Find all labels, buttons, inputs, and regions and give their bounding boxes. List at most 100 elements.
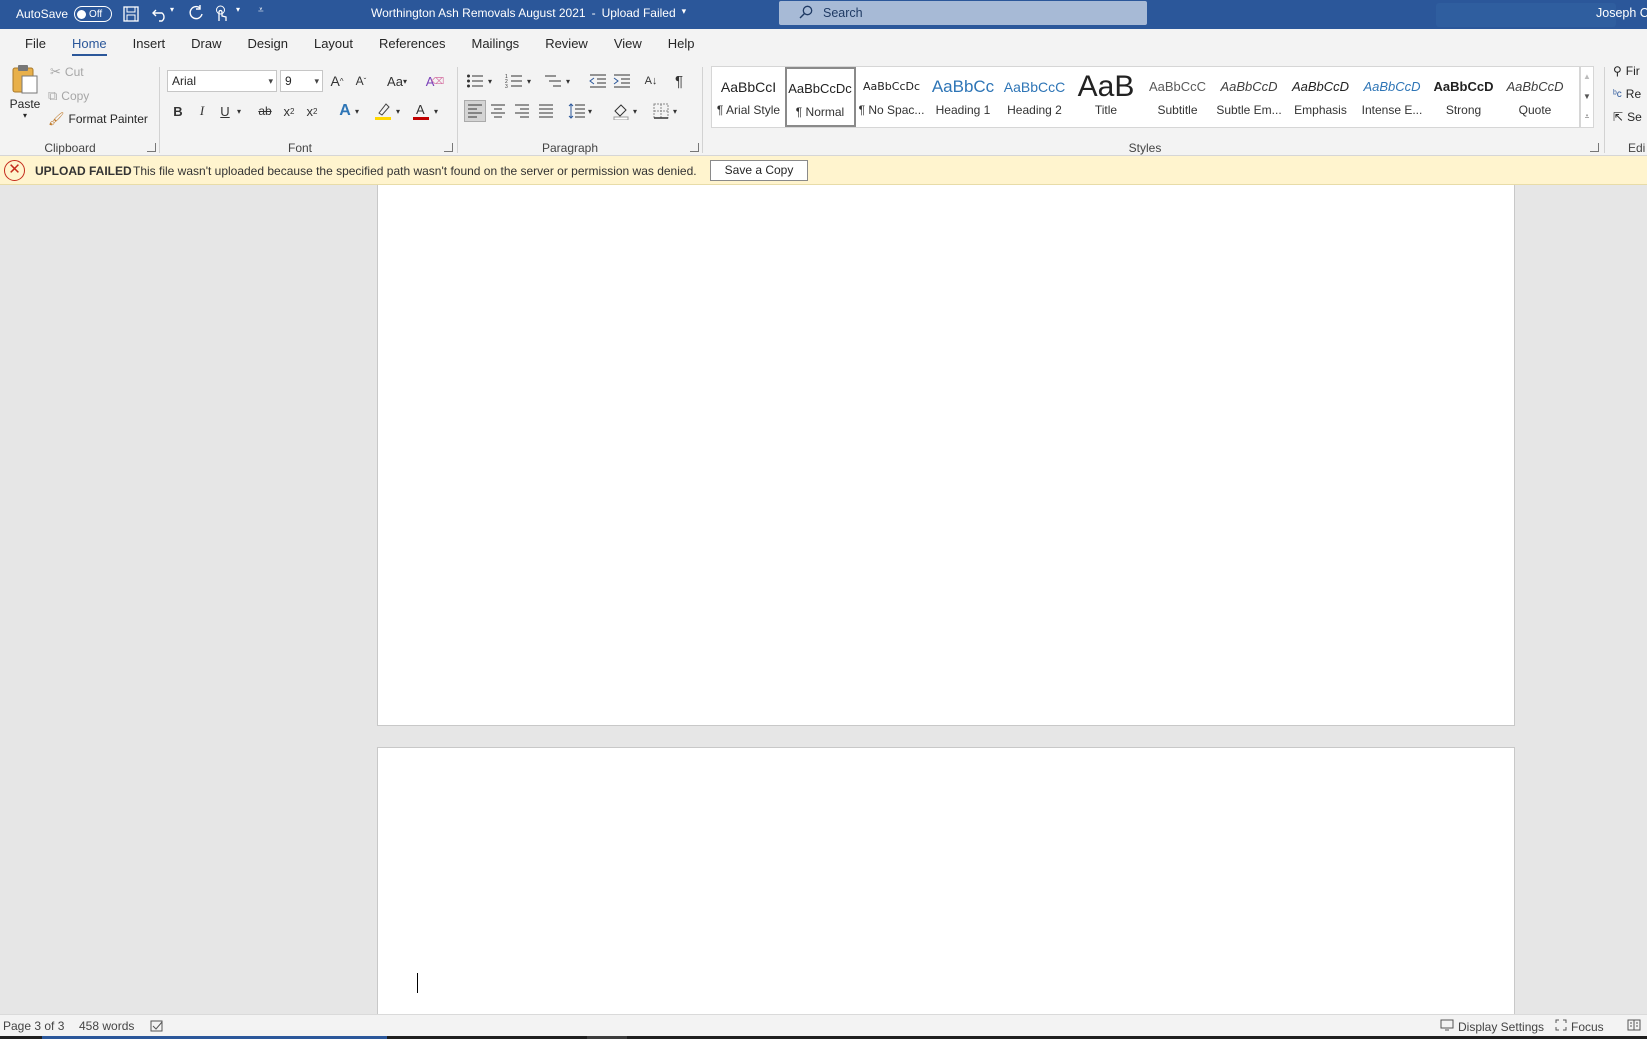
tab-review[interactable]: Review (532, 29, 601, 59)
tab-file[interactable]: File (12, 29, 59, 59)
format-painter-button[interactable]: 🖌 Format Painter (48, 111, 148, 127)
customize-qat-icon[interactable]: ⩡ (258, 5, 264, 16)
search-input[interactable]: Search (779, 1, 1147, 25)
change-case-button[interactable]: Aa ▾ (382, 70, 412, 92)
style-quote[interactable]: AaBbCcD Quote (1500, 67, 1571, 127)
underline-icon[interactable]: U (214, 100, 236, 122)
bold-icon[interactable]: B (167, 100, 189, 122)
styles-gallery: AaBbCcI ¶ Arial Style AaBbCcDc ¶ Normal AaBb… (711, 66, 1580, 128)
text-effects-dropdown-icon[interactable]: ▾ (352, 100, 362, 122)
focus-button[interactable]: Focus (1555, 1019, 1604, 1034)
save-a-copy-button[interactable]: Save a Copy (710, 160, 808, 181)
multilevel-list-icon[interactable] (542, 70, 564, 92)
document-page[interactable] (377, 185, 1515, 726)
highlight-dropdown-icon[interactable]: ▾ (393, 100, 403, 122)
font-color-icon[interactable]: A (410, 100, 432, 122)
proofing-icon[interactable] (150, 1019, 164, 1033)
increase-indent-icon[interactable] (611, 70, 633, 92)
font-launcher-icon[interactable] (444, 143, 453, 152)
style-heading-1[interactable]: AaBbCc Heading 1 (928, 67, 999, 127)
find-button[interactable]: ⚲ Fir (1613, 64, 1640, 78)
sort-icon[interactable]: A↓ (640, 70, 662, 92)
align-left-icon[interactable] (464, 100, 486, 122)
gallery-down-icon[interactable]: ▼ (1581, 87, 1593, 107)
italic-icon[interactable]: I (191, 100, 213, 122)
shrink-font-icon[interactable]: Aˇ (350, 70, 372, 92)
tab-references[interactable]: References (366, 29, 458, 59)
paragraph-launcher-icon[interactable] (690, 143, 699, 152)
tab-help[interactable]: Help (655, 29, 708, 59)
gallery-more-icon[interactable]: ⩡ (1581, 107, 1593, 127)
borders-dropdown-icon[interactable]: ▾ (670, 100, 680, 122)
style-subtle-em[interactable]: AaBbCcD Subtle Em... (1214, 67, 1285, 127)
style-title[interactable]: AaB Title (1071, 67, 1142, 127)
save-icon[interactable] (122, 5, 140, 23)
document-page[interactable] (377, 747, 1515, 1014)
line-spacing-dropdown-icon[interactable]: ▾ (585, 100, 595, 122)
word-count[interactable]: 458 words (79, 1019, 134, 1033)
bullets-dropdown-icon[interactable]: ▾ (485, 70, 495, 92)
editing-group-label: Edi (1628, 141, 1646, 155)
superscript-icon[interactable]: x2 (301, 100, 323, 122)
highlight-icon[interactable] (372, 100, 394, 122)
tab-view[interactable]: View (601, 29, 655, 59)
borders-icon[interactable] (650, 100, 672, 122)
subscript-icon[interactable]: x2 (278, 100, 300, 122)
touch-dropdown-icon[interactable]: ▾ (236, 5, 240, 14)
font-color-dropdown-icon[interactable]: ▾ (431, 100, 441, 122)
undo-dropdown-icon[interactable]: ▾ (170, 5, 174, 14)
shading-icon[interactable] (610, 100, 632, 122)
read-mode-icon[interactable] (1627, 1019, 1641, 1031)
clear-formatting-icon[interactable]: A ⌫ (424, 70, 446, 92)
styles-launcher-icon[interactable] (1590, 143, 1599, 152)
style-no-spac[interactable]: AaBbCcDc ¶ No Spac... (856, 67, 927, 127)
styles-gallery-scroll[interactable]: ▲ ▼ ⩡ (1580, 66, 1594, 128)
clipboard-launcher-icon[interactable] (147, 143, 156, 152)
gallery-up-icon[interactable]: ▲ (1581, 67, 1593, 87)
tab-mailings[interactable]: Mailings (459, 29, 533, 59)
show-formatting-marks-icon[interactable]: ¶ (668, 70, 690, 92)
numbering-dropdown-icon[interactable]: ▾ (524, 70, 534, 92)
paste-button[interactable]: Paste ▾ (8, 63, 42, 120)
document-title[interactable]: Worthington Ash Removals August 2021 - U… (371, 6, 686, 20)
redo-icon[interactable] (187, 5, 205, 23)
align-center-icon[interactable] (487, 100, 509, 122)
style-arial-style[interactable]: AaBbCcI ¶ Arial Style (713, 67, 784, 127)
replace-button[interactable]: ᵇc Re (1613, 87, 1641, 101)
font-name-select[interactable]: Arial ▾ (167, 70, 277, 92)
multilevel-dropdown-icon[interactable]: ▾ (563, 70, 573, 92)
autosave-toggle[interactable]: Off (74, 6, 113, 22)
numbering-icon[interactable]: 123 (503, 70, 525, 92)
justify-icon[interactable] (535, 100, 557, 122)
copy-button[interactable]: ⧉ Copy (48, 88, 89, 104)
tab-insert[interactable]: Insert (120, 29, 179, 59)
display-settings-button[interactable]: Display Settings (1440, 1019, 1544, 1034)
decrease-indent-icon[interactable] (587, 70, 609, 92)
tab-draw[interactable]: Draw (178, 29, 234, 59)
bullets-icon[interactable] (464, 70, 486, 92)
style-strong[interactable]: AaBbCcD Strong (1428, 67, 1499, 127)
grow-font-icon[interactable]: A ^ (326, 70, 348, 92)
ribbon-home: Paste ▾ ✂ Cut ⧉ Copy 🖌 Format Painter Clipb… (0, 59, 1647, 156)
style-heading-2[interactable]: AaBbCcC Heading 2 (999, 67, 1070, 127)
align-right-icon[interactable] (511, 100, 533, 122)
page-count[interactable]: Page 3 of 3 (3, 1019, 64, 1033)
style-emphasis[interactable]: AaBbCcD Emphasis (1285, 67, 1356, 127)
cut-button[interactable]: ✂ Cut (50, 64, 84, 80)
shading-dropdown-icon[interactable]: ▾ (630, 100, 640, 122)
style-intense-e[interactable]: AaBbCcD Intense E... (1357, 67, 1428, 127)
tab-layout[interactable]: Layout (301, 29, 366, 59)
style-normal[interactable]: AaBbCcDc ¶ Normal (784, 67, 856, 127)
undo-icon[interactable] (151, 5, 169, 23)
strikethrough-icon[interactable]: ab (254, 100, 276, 122)
document-canvas[interactable] (0, 185, 1647, 1014)
tab-design[interactable]: Design (235, 29, 301, 59)
style-subtitle[interactable]: AaBbCcC Subtitle (1142, 67, 1213, 127)
font-size-select[interactable]: 9 ▾ (280, 70, 323, 92)
tab-home[interactable]: Home (59, 29, 120, 59)
select-button[interactable]: ⇱ Se (1613, 110, 1642, 124)
user-name[interactable]: Joseph Cr (1596, 6, 1647, 20)
underline-dropdown-icon[interactable]: ▾ (234, 100, 244, 122)
touch-mode-icon[interactable] (213, 5, 229, 23)
autosave-control[interactable]: AutoSave Off (16, 6, 113, 22)
